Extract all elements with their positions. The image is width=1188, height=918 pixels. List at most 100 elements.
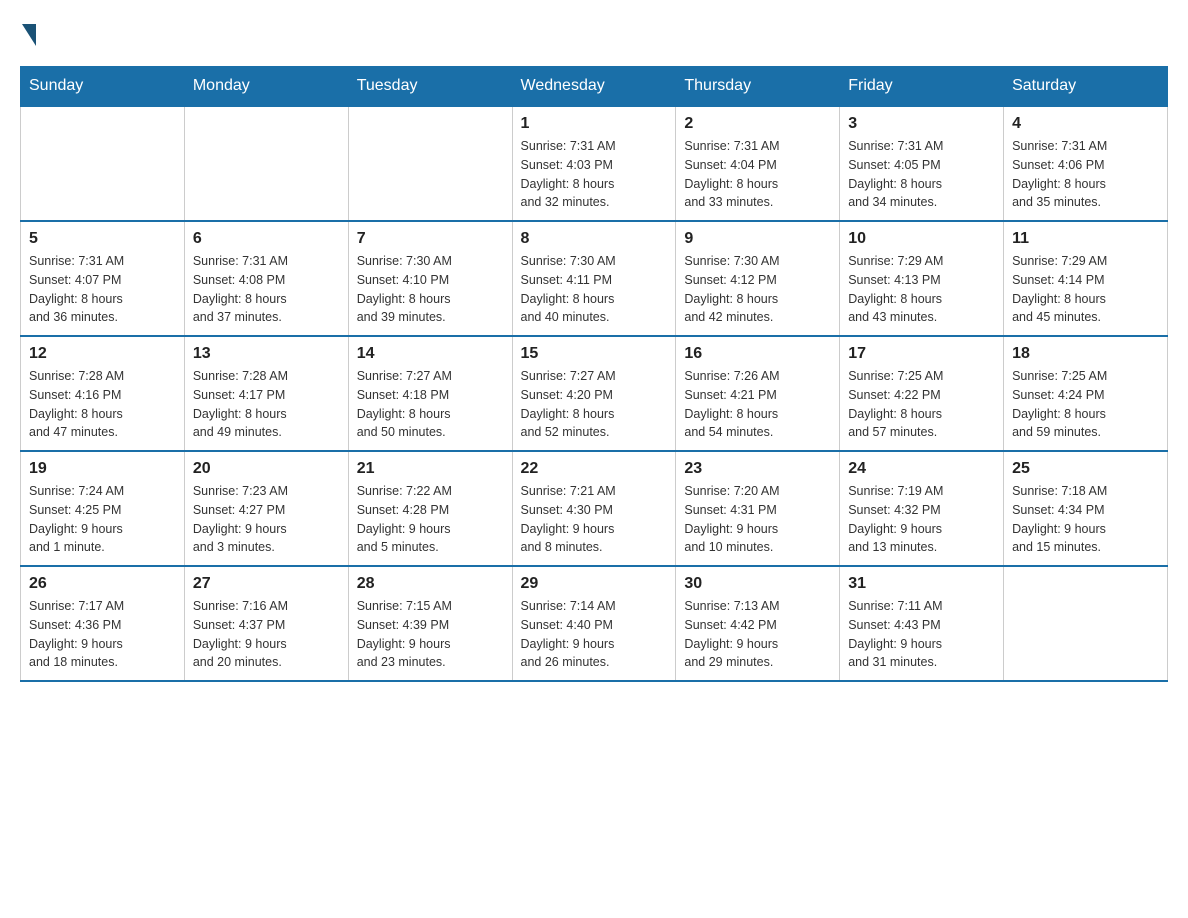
calendar-cell: 14Sunrise: 7:27 AMSunset: 4:18 PMDayligh… xyxy=(348,336,512,451)
day-info: Sunrise: 7:29 AMSunset: 4:14 PMDaylight:… xyxy=(1012,252,1159,327)
calendar-cell: 16 Sunrise: 7:26 AMSunset: 4:21 PMDayligh… xyxy=(676,336,840,451)
day-number: 10 xyxy=(848,230,995,248)
day-info: Sunrise: 7:11 AMSunset: 4:43 PMDaylight:… xyxy=(848,597,995,672)
calendar-cell: 25Sunrise: 7:18 AMSunset: 4:34 PMDayligh… xyxy=(1004,451,1168,566)
calendar-cell: 13 Sunrise: 7:28 AMSunset: 4:17 PMDayligh… xyxy=(184,336,348,451)
day-number: 2 xyxy=(684,115,831,133)
day-info: Sunrise: 7:13 AMSunset: 4:42 PMDaylight:… xyxy=(684,597,831,672)
day-number: 27 xyxy=(193,575,340,593)
day-info: Sunrise: 7:28 AMSunset: 4:17 PMDaylight:… xyxy=(193,367,340,442)
day-info: Sunrise: 7:31 AMSunset: 4:05 PMDaylight:… xyxy=(848,137,995,212)
day-info: Sunrise: 7:17 AMSunset: 4:36 PMDaylight:… xyxy=(29,597,176,672)
weekday-header-friday: Friday xyxy=(840,67,1004,107)
day-number: 22 xyxy=(521,460,668,478)
day-info: Sunrise: 7:31 AMSunset: 4:04 PMDaylight:… xyxy=(684,137,831,212)
day-info: Sunrise: 7:15 AMSunset: 4:39 PMDaylight:… xyxy=(357,597,504,672)
day-number: 6 xyxy=(193,230,340,248)
calendar-cell: 31 Sunrise: 7:11 AMSunset: 4:43 PMDayligh… xyxy=(840,566,1004,681)
day-number: 13 xyxy=(193,345,340,363)
calendar-cell: 10 Sunrise: 7:29 AMSunset: 4:13 PMDayligh… xyxy=(840,221,1004,336)
calendar-week-1: 1Sunrise: 7:31 AMSunset: 4:03 PMDaylight… xyxy=(21,106,1168,221)
calendar-cell: 20Sunrise: 7:23 AMSunset: 4:27 PMDayligh… xyxy=(184,451,348,566)
day-number: 29 xyxy=(521,575,668,593)
calendar-cell: 22 Sunrise: 7:21 AMSunset: 4:30 PMDayligh… xyxy=(512,451,676,566)
day-info: Sunrise: 7:30 AMSunset: 4:12 PMDaylight:… xyxy=(684,252,831,327)
day-number: 11 xyxy=(1012,230,1159,248)
day-info: Sunrise: 7:20 AMSunset: 4:31 PMDaylight:… xyxy=(684,482,831,557)
calendar-cell: 11 Sunrise: 7:29 AMSunset: 4:14 PMDayligh… xyxy=(1004,221,1168,336)
day-info: Sunrise: 7:25 AMSunset: 4:22 PMDaylight:… xyxy=(848,367,995,442)
day-info: Sunrise: 7:25 AMSunset: 4:24 PMDaylight:… xyxy=(1012,367,1159,442)
day-number: 12 xyxy=(29,345,176,363)
calendar-cell: 29 Sunrise: 7:14 AMSunset: 4:40 PMDayligh… xyxy=(512,566,676,681)
day-number: 5 xyxy=(29,230,176,248)
weekday-header-monday: Monday xyxy=(184,67,348,107)
day-info: Sunrise: 7:26 AMSunset: 4:21 PMDaylight:… xyxy=(684,367,831,442)
day-info: Sunrise: 7:31 AMSunset: 4:08 PMDaylight:… xyxy=(193,252,340,327)
calendar-cell xyxy=(1004,566,1168,681)
calendar-cell: 18 Sunrise: 7:25 AMSunset: 4:24 PMDayligh… xyxy=(1004,336,1168,451)
calendar-cell: 7Sunrise: 7:30 AMSunset: 4:10 PMDaylight… xyxy=(348,221,512,336)
day-number: 8 xyxy=(521,230,668,248)
calendar-cell: 28 Sunrise: 7:15 AMSunset: 4:39 PMDayligh… xyxy=(348,566,512,681)
day-number: 21 xyxy=(357,460,504,478)
day-info: Sunrise: 7:19 AMSunset: 4:32 PMDaylight:… xyxy=(848,482,995,557)
weekday-header-sunday: Sunday xyxy=(21,67,185,107)
day-info: Sunrise: 7:16 AMSunset: 4:37 PMDaylight:… xyxy=(193,597,340,672)
calendar-cell: 15 Sunrise: 7:27 AMSunset: 4:20 PMDayligh… xyxy=(512,336,676,451)
day-number: 18 xyxy=(1012,345,1159,363)
day-number: 20 xyxy=(193,460,340,478)
calendar-cell: 4Sunrise: 7:31 AMSunset: 4:06 PMDaylight… xyxy=(1004,106,1168,221)
page-header xyxy=(20,20,1168,46)
day-info: Sunrise: 7:24 AMSunset: 4:25 PMDaylight:… xyxy=(29,482,176,557)
weekday-header-thursday: Thursday xyxy=(676,67,840,107)
day-info: Sunrise: 7:21 AMSunset: 4:30 PMDaylight:… xyxy=(521,482,668,557)
calendar-cell: 3 Sunrise: 7:31 AMSunset: 4:05 PMDaylight… xyxy=(840,106,1004,221)
logo xyxy=(20,20,36,46)
day-info: Sunrise: 7:18 AMSunset: 4:34 PMDaylight:… xyxy=(1012,482,1159,557)
calendar-cell: 24 Sunrise: 7:19 AMSunset: 4:32 PMDayligh… xyxy=(840,451,1004,566)
calendar-cell: 2 Sunrise: 7:31 AMSunset: 4:04 PMDaylight… xyxy=(676,106,840,221)
day-number: 28 xyxy=(357,575,504,593)
calendar-week-2: 5Sunrise: 7:31 AMSunset: 4:07 PMDaylight… xyxy=(21,221,1168,336)
weekday-header-saturday: Saturday xyxy=(1004,67,1168,107)
day-number: 14 xyxy=(357,345,504,363)
day-number: 17 xyxy=(848,345,995,363)
calendar-cell: 17 Sunrise: 7:25 AMSunset: 4:22 PMDayligh… xyxy=(840,336,1004,451)
calendar-week-4: 19 Sunrise: 7:24 AMSunset: 4:25 PMDayligh… xyxy=(21,451,1168,566)
calendar-cell xyxy=(21,106,185,221)
day-number: 9 xyxy=(684,230,831,248)
day-number: 4 xyxy=(1012,115,1159,133)
day-info: Sunrise: 7:29 AMSunset: 4:13 PMDaylight:… xyxy=(848,252,995,327)
calendar-table: SundayMondayTuesdayWednesdayThursdayFrid… xyxy=(20,66,1168,682)
logo-triangle-icon xyxy=(22,24,36,46)
day-number: 23 xyxy=(684,460,831,478)
calendar-header-row: SundayMondayTuesdayWednesdayThursdayFrid… xyxy=(21,67,1168,107)
calendar-cell: 26Sunrise: 7:17 AMSunset: 4:36 PMDayligh… xyxy=(21,566,185,681)
calendar-cell: 6 Sunrise: 7:31 AMSunset: 4:08 PMDaylight… xyxy=(184,221,348,336)
day-number: 19 xyxy=(29,460,176,478)
weekday-header-tuesday: Tuesday xyxy=(348,67,512,107)
calendar-cell: 1Sunrise: 7:31 AMSunset: 4:03 PMDaylight… xyxy=(512,106,676,221)
weekday-header-wednesday: Wednesday xyxy=(512,67,676,107)
calendar-cell: 12 Sunrise: 7:28 AMSunset: 4:16 PMDayligh… xyxy=(21,336,185,451)
calendar-week-5: 26Sunrise: 7:17 AMSunset: 4:36 PMDayligh… xyxy=(21,566,1168,681)
day-number: 15 xyxy=(521,345,668,363)
calendar-cell: 5Sunrise: 7:31 AMSunset: 4:07 PMDaylight… xyxy=(21,221,185,336)
day-info: Sunrise: 7:14 AMSunset: 4:40 PMDaylight:… xyxy=(521,597,668,672)
day-number: 16 xyxy=(684,345,831,363)
day-info: Sunrise: 7:30 AMSunset: 4:10 PMDaylight:… xyxy=(357,252,504,327)
day-number: 31 xyxy=(848,575,995,593)
calendar-cell: 21Sunrise: 7:22 AMSunset: 4:28 PMDayligh… xyxy=(348,451,512,566)
day-number: 3 xyxy=(848,115,995,133)
day-info: Sunrise: 7:27 AMSunset: 4:20 PMDaylight:… xyxy=(521,367,668,442)
calendar-week-3: 12 Sunrise: 7:28 AMSunset: 4:16 PMDayligh… xyxy=(21,336,1168,451)
day-info: Sunrise: 7:30 AMSunset: 4:11 PMDaylight:… xyxy=(521,252,668,327)
calendar-cell: 27 Sunrise: 7:16 AMSunset: 4:37 PMDayligh… xyxy=(184,566,348,681)
day-info: Sunrise: 7:28 AMSunset: 4:16 PMDaylight:… xyxy=(29,367,176,442)
calendar-cell: 9 Sunrise: 7:30 AMSunset: 4:12 PMDaylight… xyxy=(676,221,840,336)
calendar-cell: 19 Sunrise: 7:24 AMSunset: 4:25 PMDayligh… xyxy=(21,451,185,566)
day-info: Sunrise: 7:31 AMSunset: 4:03 PMDaylight:… xyxy=(521,137,668,212)
calendar-cell: 23 Sunrise: 7:20 AMSunset: 4:31 PMDayligh… xyxy=(676,451,840,566)
day-number: 24 xyxy=(848,460,995,478)
